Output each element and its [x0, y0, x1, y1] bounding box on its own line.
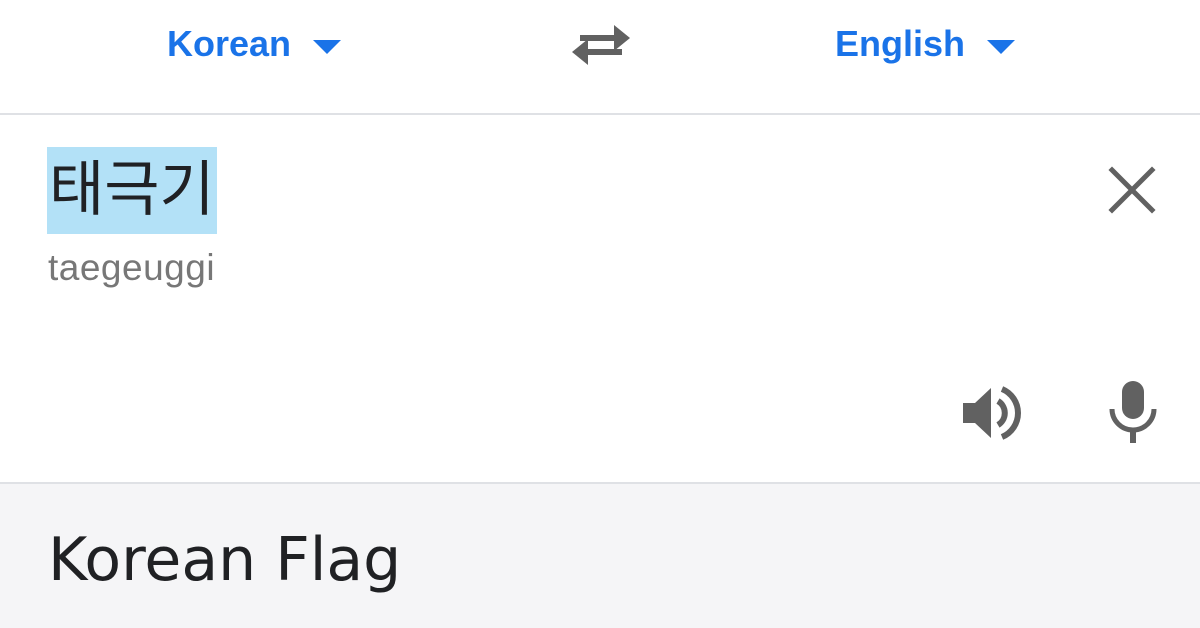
clear-input-button[interactable]	[1103, 161, 1161, 219]
translation-result: Korean Flag	[48, 525, 402, 595]
source-language-label: Korean	[167, 23, 292, 64]
caret-down-icon	[987, 40, 1016, 54]
close-icon	[1108, 166, 1156, 214]
translate-app: Korean English 태극기 taegeuggi Korean Flag	[0, 0, 1200, 628]
listen-button[interactable]	[958, 383, 1028, 443]
microphone-icon	[1109, 381, 1157, 443]
language-bar: Korean English	[0, 0, 1200, 115]
swap-languages-button[interactable]	[568, 18, 634, 70]
swap-arrows-icon	[572, 25, 630, 65]
source-text-input[interactable]: 태극기	[47, 147, 217, 234]
source-language-selector[interactable]: Korean	[167, 20, 342, 68]
translation-output-panel: Korean Flag	[0, 484, 1200, 628]
voice-input-button[interactable]	[1104, 377, 1162, 447]
target-language-label: English	[835, 23, 966, 64]
speaker-icon	[963, 386, 1021, 440]
caret-down-icon	[313, 40, 342, 54]
romanization-text: taegeuggi	[48, 247, 216, 288]
source-input-panel[interactable]: 태극기 taegeuggi	[0, 115, 1200, 484]
target-language-selector[interactable]: English	[835, 20, 1016, 68]
